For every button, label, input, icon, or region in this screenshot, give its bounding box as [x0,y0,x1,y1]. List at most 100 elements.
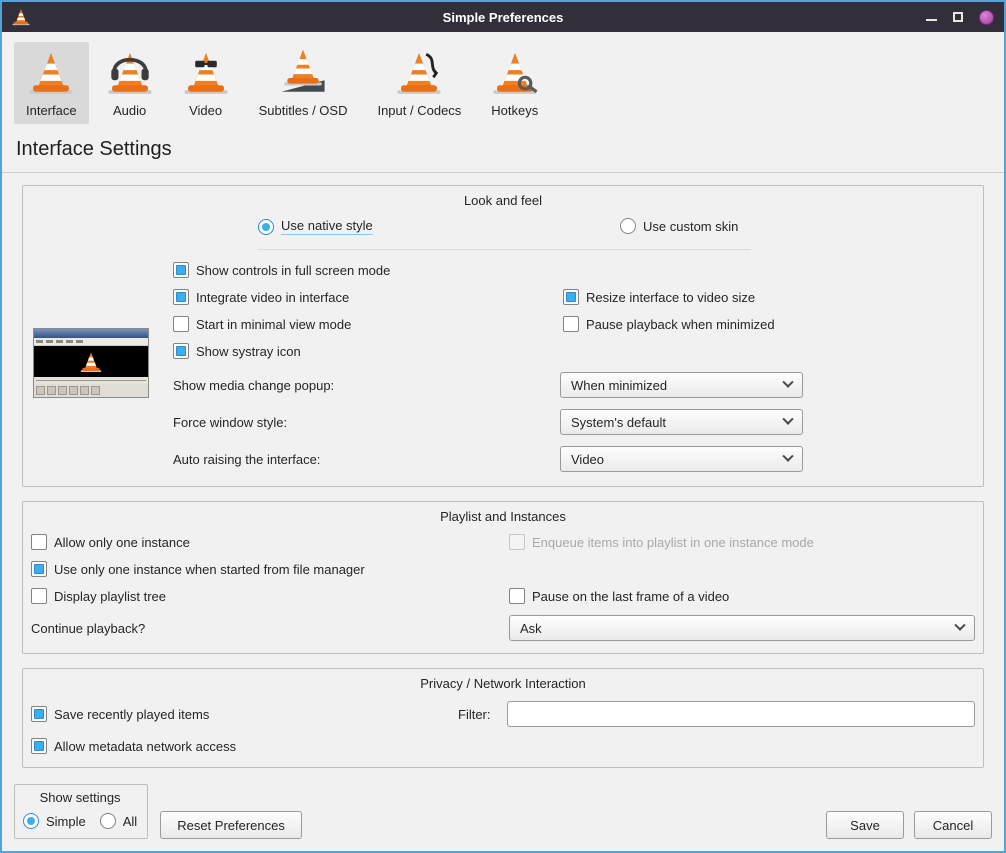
hotkeys-cone-icon [492,50,538,96]
preview-video-area [34,346,148,377]
radio-label: All [123,814,137,829]
restore-icon[interactable] [953,12,963,22]
subtitles-cone-icon [280,50,326,96]
checkbox-enqueue-one-instance: Enqueue items into playlist in one insta… [509,534,975,550]
continue-playback-label: Continue playback? [31,621,509,636]
category-interface[interactable]: Interface [14,42,89,124]
checkbox-label: Save recently played items [54,707,209,722]
checkbox-indicator [563,289,579,305]
vlc-app-icon [12,8,30,26]
radio-label: Simple [46,814,86,829]
checkbox-indicator [173,316,189,332]
radio-indicator [23,813,39,829]
cancel-button[interactable]: Cancel [914,811,992,839]
checkbox-label: Start in minimal view mode [196,317,351,332]
checkbox-save-recently-played[interactable]: Save recently played items [31,706,458,722]
interface-checkbox-grid: Show controls in full screen mode Integr… [173,262,971,359]
titlebar: Simple Preferences [2,2,1004,32]
radio-use-custom-skin[interactable]: Use custom skin [620,218,738,234]
checkbox-indicator [31,561,47,577]
radio-indicator [620,218,636,234]
checkbox-display-playlist-tree[interactable]: Display playlist tree [31,588,509,604]
checkbox-label: Enqueue items into playlist in one insta… [532,535,814,550]
page-title: Interface Settings [2,138,1004,161]
preview-seekbar [34,377,148,384]
checkbox-indicator [563,316,579,332]
dropdown-auto-raising[interactable]: Video [560,446,803,472]
checkbox-show-systray-icon[interactable]: Show systray icon [173,343,563,359]
style-radio-row: Use native style Use custom skin [23,218,983,240]
dropdown-value: System's default [571,415,666,430]
category-subtitles-osd[interactable]: Subtitles / OSD [247,42,360,124]
category-label: Input / Codecs [377,103,461,118]
close-icon[interactable] [979,10,994,25]
radio-all[interactable]: All [100,813,137,829]
category-toolbar: Interface Audio Video Subtitles / OSD In… [2,32,1004,124]
dropdown-value: Video [571,452,604,467]
checkbox-indicator [173,343,189,359]
checkbox-one-instance-file-manager[interactable]: Use only one instance when started from … [31,561,975,577]
preview-controls [34,384,148,397]
window-controls [926,10,994,25]
checkbox-label: Pause on the last frame of a video [532,589,729,604]
chevron-down-icon [954,620,965,631]
radio-simple[interactable]: Simple [23,813,86,829]
show-settings-title: Show settings [23,790,137,805]
category-label: Hotkeys [491,103,538,118]
group-title: Playlist and Instances [23,502,983,534]
checkbox-indicator [31,706,47,722]
video-cone-icon [183,50,229,96]
show-settings-radios: Simple All [23,813,137,829]
checkbox-integrate-video[interactable]: Integrate video in interface [173,289,563,305]
window-title: Simple Preferences [2,10,1004,25]
group-title: Look and feel [23,186,983,218]
category-video[interactable]: Video [171,42,241,124]
dropdown-media-change-popup[interactable]: When minimized [560,372,803,398]
playlist-checkbox-grid: Allow only one instance Enqueue items in… [23,534,983,604]
checkbox-label: Pause playback when minimized [586,317,775,332]
checkbox-resize-interface[interactable]: Resize interface to video size [563,289,971,305]
minimize-icon[interactable] [926,19,937,21]
privacy-row-2: Allow metadata network access [23,727,983,767]
continue-playback-row: Continue playback? Ask [23,604,983,653]
category-audio[interactable]: Audio [95,42,165,124]
checkbox-pause-last-frame[interactable]: Pause on the last frame of a video [509,588,975,604]
simple-preferences-window: { "window": { "title": "Simple Preferenc… [0,0,1006,853]
checkbox-show-fullscreen-controls[interactable]: Show controls in full screen mode [173,262,563,278]
dropdown-continue-playback[interactable]: Ask [509,615,975,641]
media-change-popup-label: Show media change popup: [173,378,560,393]
dropdown-force-window-style[interactable]: System's default [560,409,803,435]
show-settings-group: Show settings Simple All [14,784,148,839]
playlist-instances-group: Playlist and Instances Allow only one in… [22,501,984,654]
checkbox-label: Resize interface to video size [586,290,755,305]
checkbox-label: Allow only one instance [54,535,190,550]
checkbox-indicator [173,262,189,278]
privacy-row-1: Save recently played items Filter: [23,701,983,727]
vlc-preview-thumbnail [33,328,149,398]
checkbox-indicator [509,588,525,604]
filter-input[interactable] [507,701,976,727]
checkbox-allow-metadata-access[interactable]: Allow metadata network access [31,738,975,754]
radio-use-native-style[interactable]: Use native style [258,218,373,235]
group-title: Privacy / Network Interaction [23,669,983,701]
checkbox-label: Show systray icon [196,344,301,359]
radio-label: Use native style [281,218,373,235]
dropdown-value: When minimized [571,378,667,393]
checkbox-label: Show controls in full screen mode [196,263,390,278]
checkbox-indicator [31,534,47,550]
footer: Show settings Simple All Reset Preferenc… [2,784,1004,851]
interface-dropdown-grid: Show media change popup: When minimized … [173,372,971,472]
checkbox-indicator [509,534,525,550]
radio-label: Use custom skin [643,219,738,234]
category-input-codecs[interactable]: Input / Codecs [365,42,473,124]
checkbox-pause-when-minimized[interactable]: Pause playback when minimized [563,316,971,332]
settings-content: Look and feel Use native style Use custo… [2,173,1004,782]
reset-preferences-button[interactable]: Reset Preferences [160,811,302,839]
radio-indicator [258,219,274,235]
category-hotkeys[interactable]: Hotkeys [479,42,550,124]
checkbox-start-minimal-view[interactable]: Start in minimal view mode [173,316,563,332]
checkbox-allow-one-instance[interactable]: Allow only one instance [31,534,509,550]
dropdown-value: Ask [520,621,542,636]
save-button[interactable]: Save [826,811,904,839]
chevron-down-icon [782,414,793,425]
